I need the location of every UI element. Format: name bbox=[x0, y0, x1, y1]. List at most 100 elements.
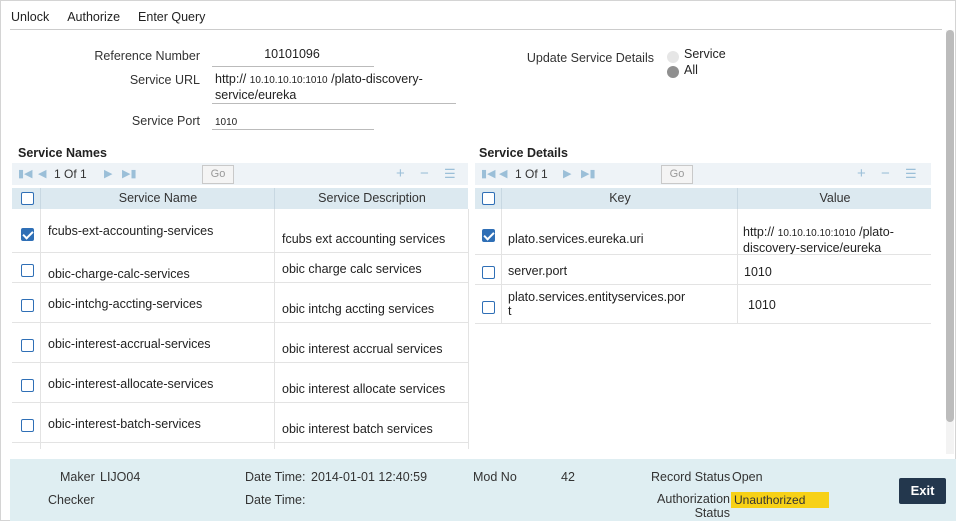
service-names-toolbar: ▮◀ ◀ 1 Of 1 ▶ ▶▮ Go + − ☰ bbox=[12, 163, 468, 185]
prev-page-icon[interactable]: ◀ bbox=[38, 167, 46, 180]
menu-divider bbox=[10, 29, 942, 30]
key-text: server.port bbox=[508, 264, 568, 278]
first-page-icon[interactable]: ▮◀ bbox=[481, 167, 496, 180]
select-all-checkbox[interactable] bbox=[482, 192, 495, 205]
header-divider bbox=[274, 188, 275, 209]
value-header[interactable]: Value bbox=[739, 191, 931, 205]
url-ip: 10.10.10.10:1010 bbox=[249, 75, 328, 86]
update-service-details-label: Update Service Details bbox=[526, 51, 654, 65]
url-rest: /plato-discovery- bbox=[331, 72, 423, 86]
service-url-label: Service URL bbox=[129, 73, 200, 87]
go-button[interactable]: Go bbox=[202, 165, 234, 184]
radio-all[interactable] bbox=[667, 66, 679, 78]
row-checkbox[interactable] bbox=[21, 419, 34, 432]
service-name-cell: obic-interest-allocate-services bbox=[48, 377, 214, 391]
row-checkbox[interactable] bbox=[21, 379, 34, 392]
reference-number-label: Reference Number bbox=[94, 49, 200, 63]
row-checkbox[interactable] bbox=[21, 339, 34, 352]
row-divider bbox=[475, 284, 931, 285]
service-name-cell: fcubs-ext-accounting-services bbox=[48, 224, 214, 238]
auth-label-line1: Authorization bbox=[657, 492, 730, 506]
first-page-icon[interactable]: ▮◀ bbox=[18, 167, 33, 180]
prev-page-icon[interactable]: ◀ bbox=[499, 167, 507, 180]
auth-label-line2: Status bbox=[694, 506, 730, 520]
checker-label: Checker bbox=[48, 493, 95, 507]
delete-row-icon[interactable]: − bbox=[420, 165, 429, 182]
last-page-icon[interactable]: ▶▮ bbox=[581, 167, 596, 180]
authorize-menu[interactable]: Authorize bbox=[57, 6, 128, 28]
menu-bar: Unlock Authorize Enter Query bbox=[1, 6, 213, 28]
date-time-label: Date Time: bbox=[245, 470, 306, 484]
row-divider bbox=[12, 402, 468, 403]
service-details-toolbar: ▮◀ ◀ 1 Of 1 ▶ ▶▮ Go + − ☰ bbox=[475, 163, 931, 185]
row-divider bbox=[12, 362, 468, 363]
header-divider bbox=[501, 188, 502, 209]
service-url-field[interactable]: http:// 10.10.10.10:1010 /plato-discover… bbox=[215, 72, 455, 102]
row-divider bbox=[12, 442, 468, 443]
service-name-cell: obic-interest-accrual-services bbox=[48, 337, 211, 351]
key-cell: plato.services.eureka.uri bbox=[508, 232, 733, 246]
exit-button[interactable]: Exit bbox=[899, 478, 946, 504]
service-name-header[interactable]: Service Name bbox=[42, 191, 274, 205]
key-header[interactable]: Key bbox=[503, 191, 737, 205]
service-description-header[interactable]: Service Description bbox=[276, 191, 468, 205]
radio-all-label: All bbox=[684, 63, 698, 77]
value-cell: 1010 bbox=[744, 265, 772, 279]
service-names-header: Service Name Service Description bbox=[12, 188, 468, 209]
add-row-icon[interactable]: + bbox=[857, 165, 866, 182]
service-port-field[interactable]: 1010 bbox=[215, 117, 237, 128]
column-divider bbox=[468, 209, 469, 449]
service-name-cell: obic-charge-calc-services bbox=[48, 267, 190, 281]
row-checkbox[interactable] bbox=[482, 301, 495, 314]
value-cell: http:// 10.10.10.10:1010 /plato-discover… bbox=[743, 225, 928, 255]
delete-row-icon[interactable]: − bbox=[881, 165, 890, 182]
column-divider bbox=[40, 209, 41, 449]
key-text: plato.services.eureka.uri bbox=[508, 232, 644, 246]
column-divider bbox=[274, 209, 275, 449]
next-page-icon[interactable]: ▶ bbox=[104, 167, 112, 180]
service-name-cell: obic-intchg-accting-services bbox=[48, 297, 203, 311]
service-details-header: Key Value bbox=[475, 188, 931, 209]
vertical-scrollbar[interactable] bbox=[946, 30, 954, 454]
value-rest: /plato- bbox=[859, 225, 894, 239]
value-line2: discovery-service/eureka bbox=[743, 241, 882, 255]
key-cell: server.port bbox=[508, 264, 733, 278]
column-divider bbox=[501, 209, 502, 323]
url-prefix: http:// bbox=[215, 72, 247, 86]
maker-label: Maker bbox=[60, 470, 95, 484]
key-text: plato.services.entityservices.por bbox=[508, 290, 686, 304]
list-view-icon[interactable]: ☰ bbox=[905, 165, 917, 182]
service-names-title: Service Names bbox=[18, 146, 107, 160]
date-time-value: 2014-01-01 12:40:59 bbox=[311, 470, 428, 484]
add-row-icon[interactable]: + bbox=[396, 165, 405, 182]
value-cell: 1010 bbox=[748, 298, 776, 312]
value-ip: 10.10.10.10:1010 bbox=[777, 228, 856, 239]
last-page-icon[interactable]: ▶▮ bbox=[122, 167, 137, 180]
value-prefix: http:// bbox=[743, 225, 775, 239]
row-checkbox[interactable] bbox=[482, 229, 495, 242]
go-button[interactable]: Go bbox=[661, 165, 693, 184]
next-page-icon[interactable]: ▶ bbox=[563, 167, 571, 180]
row-divider bbox=[12, 252, 468, 253]
header-divider bbox=[737, 188, 738, 209]
list-view-icon[interactable]: ☰ bbox=[444, 165, 456, 182]
service-description-cell: fcubs ext accounting services bbox=[282, 232, 446, 246]
service-port-label: Service Port bbox=[131, 114, 200, 128]
row-checkbox[interactable] bbox=[21, 228, 34, 241]
enter-query-menu[interactable]: Enter Query bbox=[128, 6, 213, 28]
service-name-cell: obic-interest-batch-services bbox=[48, 417, 201, 431]
select-all-checkbox[interactable] bbox=[21, 192, 34, 205]
unlock-menu[interactable]: Unlock bbox=[1, 6, 57, 28]
page-indicator: 1 Of 1 bbox=[515, 167, 548, 181]
reference-number-field[interactable]: 10101096 bbox=[212, 47, 372, 61]
scrollbar-thumb[interactable] bbox=[946, 30, 954, 422]
row-divider bbox=[12, 282, 468, 283]
row-checkbox[interactable] bbox=[482, 266, 495, 279]
row-checkbox[interactable] bbox=[21, 299, 34, 312]
reference-number-underline bbox=[212, 66, 374, 67]
service-description-cell: obic intchg accting services bbox=[282, 302, 435, 316]
radio-service[interactable] bbox=[667, 51, 679, 63]
mod-no-value: 42 bbox=[561, 470, 575, 484]
row-checkbox[interactable] bbox=[21, 264, 34, 277]
service-description-cell: obic interest batch services bbox=[282, 422, 433, 436]
